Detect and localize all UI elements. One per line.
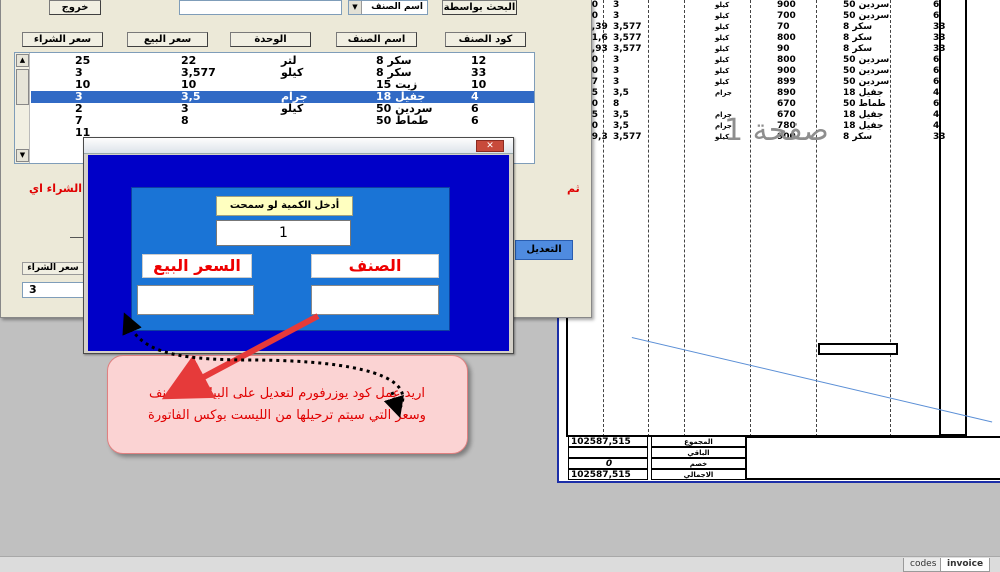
dotted-arrow-icon xyxy=(383,391,404,419)
annotation-arrows xyxy=(122,312,405,419)
dotted-arrow-icon xyxy=(122,312,405,409)
red-arrow-icon xyxy=(161,313,320,400)
